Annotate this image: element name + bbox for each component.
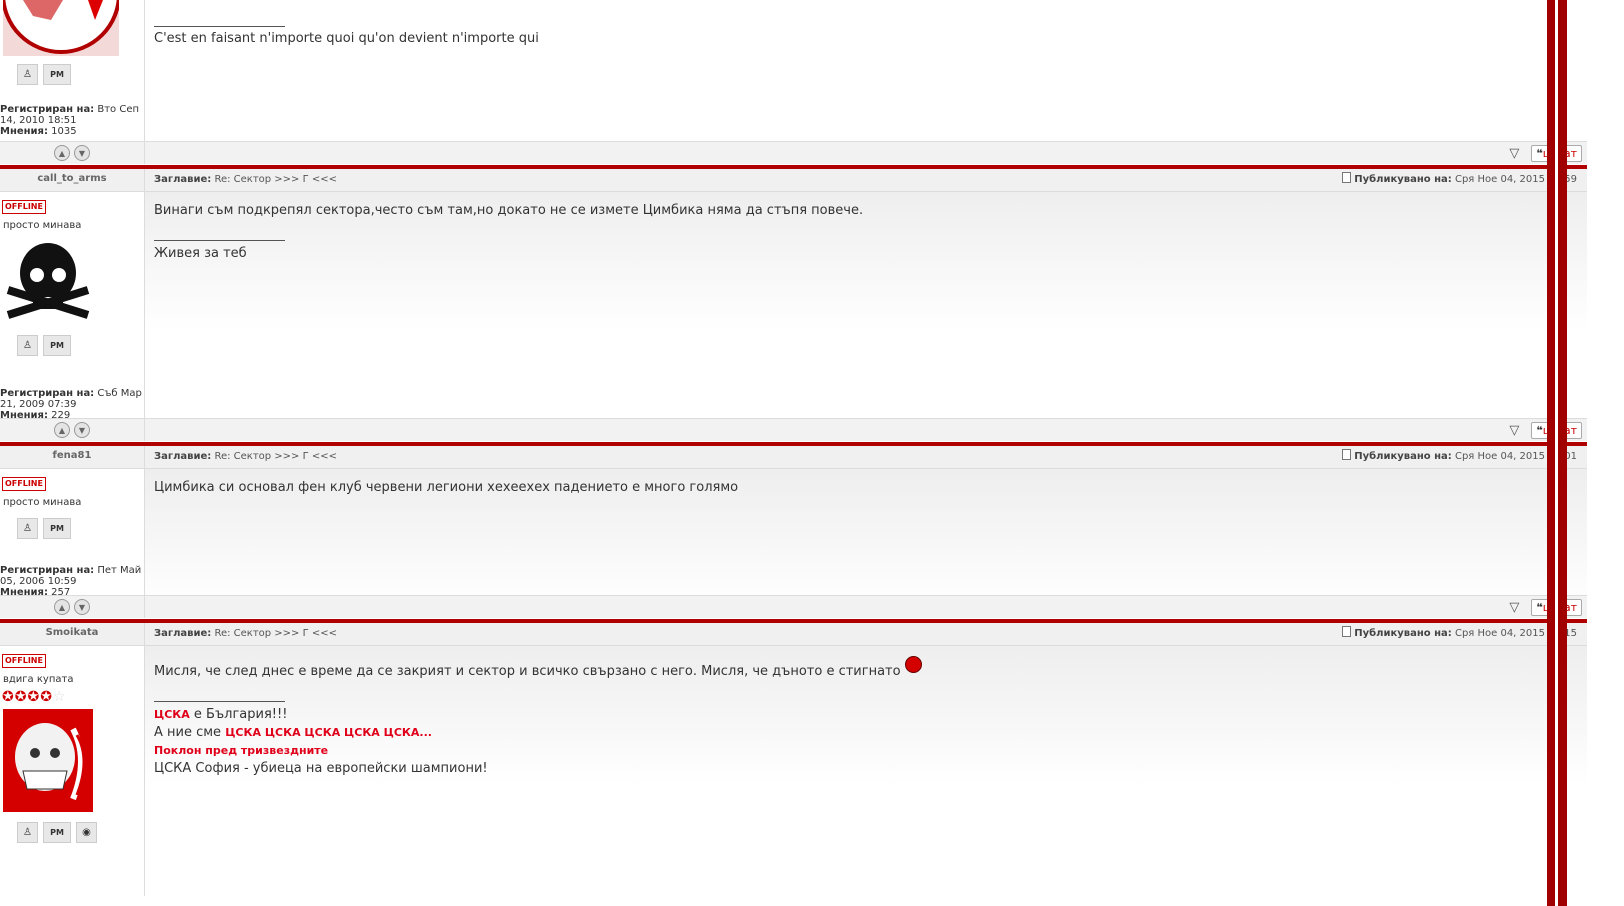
author-sidebar: OFFLINE вдига купата ✪✪✪✪☆ ♙ PM ◉	[0, 646, 145, 896]
user-registration: Регистриран на: Вто Сеп 14, 2010 18:51 М…	[0, 104, 140, 137]
down-arrow-icon[interactable]: ▼	[74, 422, 90, 438]
user-rank: вдига купата	[3, 674, 74, 685]
up-arrow-icon[interactable]: ▲	[54, 145, 70, 161]
avatar	[3, 0, 119, 56]
down-arrow-icon[interactable]: ▼	[74, 145, 90, 161]
report-icon[interactable]: ▽	[1509, 423, 1519, 438]
post-content: Цимбика си основал фен клуб червени леги…	[145, 469, 1587, 595]
signature-divider	[154, 240, 285, 241]
pm-button[interactable]: PM	[43, 822, 71, 843]
page-border	[1547, 0, 1567, 906]
sad-smiley-icon	[904, 656, 922, 673]
star-icon: ✪	[2, 689, 14, 705]
post-footer: ▲ ▼ ▽ ❝цитат	[0, 418, 1587, 441]
user-icons: ♙ PM	[17, 64, 71, 85]
star-icon: ✪	[14, 689, 27, 705]
profile-icon[interactable]: ♙	[17, 335, 38, 356]
post-footer: ▲ ▼ ▽ ❝цитат	[0, 141, 1587, 164]
post-subject[interactable]: Re: Сектор >>> Г <<<	[214, 451, 337, 462]
post: fena81 Заглавие: Re: Сектор >>> Г <<< Пу…	[0, 446, 1587, 623]
author-sidebar: OFFLINE просто минава ♙ PM Регистриран н…	[0, 469, 145, 598]
post-content: Мисля, че след днес е време да се закрия…	[145, 646, 1587, 896]
user-icons: ♙ PM ◉	[17, 822, 144, 843]
forum-thread: ♙ PM Регистриран на: Вто Сеп 14, 2010 18…	[0, 0, 1587, 896]
report-icon[interactable]: ▽	[1509, 600, 1519, 615]
post-author[interactable]: Smoikata	[0, 623, 145, 645]
status-badge: OFFLINE	[2, 654, 46, 668]
post-icon	[1342, 172, 1352, 183]
user-registration: Регистриран на: Съб Мар 21, 2009 07:39 М…	[0, 388, 142, 421]
star-icon: ✪	[40, 689, 52, 705]
profile-icon[interactable]: ♙	[17, 64, 38, 85]
user-rank: просто минава	[3, 220, 82, 231]
report-icon[interactable]: ▽	[1509, 146, 1519, 161]
post-icon	[1342, 626, 1352, 637]
signature: ЦСКА е България!!! А ние сме ЦСКА ЦСКА Ц…	[154, 707, 488, 776]
post-header: call_to_arms Заглавие: Re: Сектор >>> Г …	[0, 169, 1587, 192]
profile-icon[interactable]: ♙	[17, 518, 38, 539]
user-rank: просто минава	[3, 497, 82, 508]
rank-stars: ✪✪✪✪☆	[2, 689, 144, 705]
post-subject[interactable]: Re: Сектор >>> Г <<<	[214, 174, 337, 185]
post: ♙ PM Регистриран на: Вто Сеп 14, 2010 18…	[0, 0, 1587, 169]
post-author[interactable]: fena81	[0, 446, 145, 468]
signature: C'est en faisant n'importe quoi qu'on de…	[154, 31, 539, 46]
user-icons: ♙ PM	[17, 518, 144, 539]
author-sidebar: ♙ PM Регистриран на: Вто Сеп 14, 2010 18…	[0, 0, 145, 141]
star-icon: ✪	[27, 689, 40, 705]
post-header: Smoikata Заглавие: Re: Сектор >>> Г <<< …	[0, 623, 1587, 646]
profile-icon[interactable]: ♙	[17, 822, 38, 843]
pm-button[interactable]: PM	[43, 518, 71, 539]
signature-divider	[154, 26, 285, 27]
post: Smoikata Заглавие: Re: Сектор >>> Г <<< …	[0, 623, 1587, 896]
post-author[interactable]: call_to_arms	[0, 169, 145, 191]
user-registration: Регистриран на: Пет Май 05, 2006 10:59 М…	[0, 565, 142, 598]
pm-button[interactable]: PM	[43, 335, 71, 356]
status-badge: OFFLINE	[2, 477, 46, 491]
post-text: Винаги съм подкрепял сектора,често съм т…	[154, 203, 864, 218]
author-sidebar: OFFLINE просто минава ♙ PM Регистриран н…	[0, 192, 145, 421]
avatar	[3, 235, 93, 325]
post-footer: ▲ ▼ ▽ ❝цитат	[0, 595, 1587, 618]
star-empty-icon: ☆	[52, 689, 66, 705]
post-text: Цимбика си основал фен клуб червени леги…	[154, 480, 739, 495]
up-arrow-icon[interactable]: ▲	[54, 599, 70, 615]
post-header: fena81 Заглавие: Re: Сектор >>> Г <<< Пу…	[0, 446, 1587, 469]
post: call_to_arms Заглавие: Re: Сектор >>> Г …	[0, 169, 1587, 446]
post-content: C'est en faisant n'importe quoi qu'on de…	[145, 0, 1587, 141]
post-subject[interactable]: Re: Сектор >>> Г <<<	[214, 628, 337, 639]
status-badge: OFFLINE	[2, 200, 46, 214]
avatar	[3, 709, 93, 812]
post-icon	[1342, 449, 1352, 460]
www-icon[interactable]: ◉	[76, 822, 97, 843]
signature: Живея за теб	[154, 246, 247, 261]
post-content: Винаги съм подкрепял сектора,често съм т…	[145, 192, 1587, 418]
user-icons: ♙ PM	[17, 335, 144, 356]
down-arrow-icon[interactable]: ▼	[74, 599, 90, 615]
signature-divider	[154, 701, 285, 702]
post-text: Мисля, че след днес е време да се закрия…	[154, 656, 1578, 681]
up-arrow-icon[interactable]: ▲	[54, 422, 70, 438]
pm-button[interactable]: PM	[43, 64, 71, 85]
